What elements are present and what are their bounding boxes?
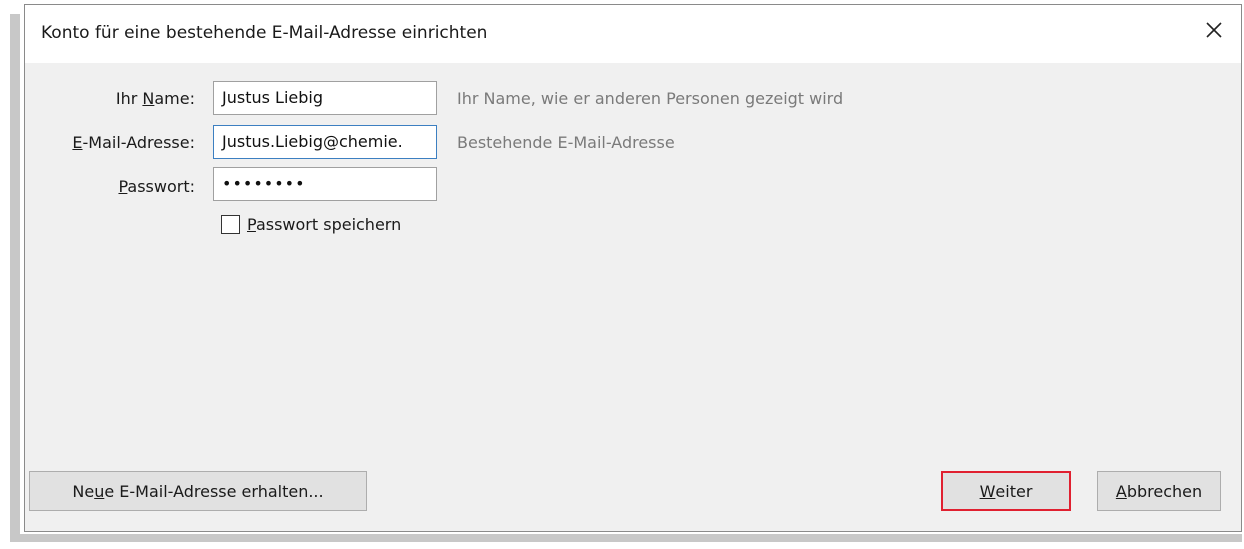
save-password-label: Passwort speichern xyxy=(247,215,402,234)
name-field[interactable]: Justus Liebig xyxy=(213,81,437,115)
account-setup-dialog: Konto für eine bestehende E-Mail-Adresse… xyxy=(24,4,1242,532)
password-label: Passwort: xyxy=(118,177,195,196)
email-hint: Bestehende E-Mail-Adresse xyxy=(457,133,675,152)
window-shadow-left xyxy=(10,14,20,534)
next-button[interactable]: Weiter xyxy=(941,471,1071,511)
save-password-option[interactable]: Passwort speichern xyxy=(221,215,401,234)
email-label: E-Mail-Adresse: xyxy=(72,133,195,152)
dialog-titlebar: Konto für eine bestehende E-Mail-Adresse… xyxy=(25,5,1241,63)
cancel-button[interactable]: Abbrechen xyxy=(1097,471,1221,511)
password-field[interactable]: •••••••• xyxy=(213,167,437,201)
name-label: Ihr Name: xyxy=(115,89,195,108)
dialog-title: Konto für eine bestehende E-Mail-Adresse… xyxy=(41,23,488,43)
name-hint: Ihr Name, wie er anderen Personen gezeig… xyxy=(457,89,844,108)
get-new-address-button[interactable]: Ne u e E-Mail-Adresse erhalten... xyxy=(29,471,367,511)
close-button[interactable] xyxy=(1199,17,1229,47)
close-icon xyxy=(1205,21,1223,43)
window-shadow-bottom xyxy=(10,534,1242,542)
save-password-checkbox[interactable] xyxy=(221,215,240,234)
email-field[interactable]: Justus.Liebig@chemie. xyxy=(213,125,437,159)
